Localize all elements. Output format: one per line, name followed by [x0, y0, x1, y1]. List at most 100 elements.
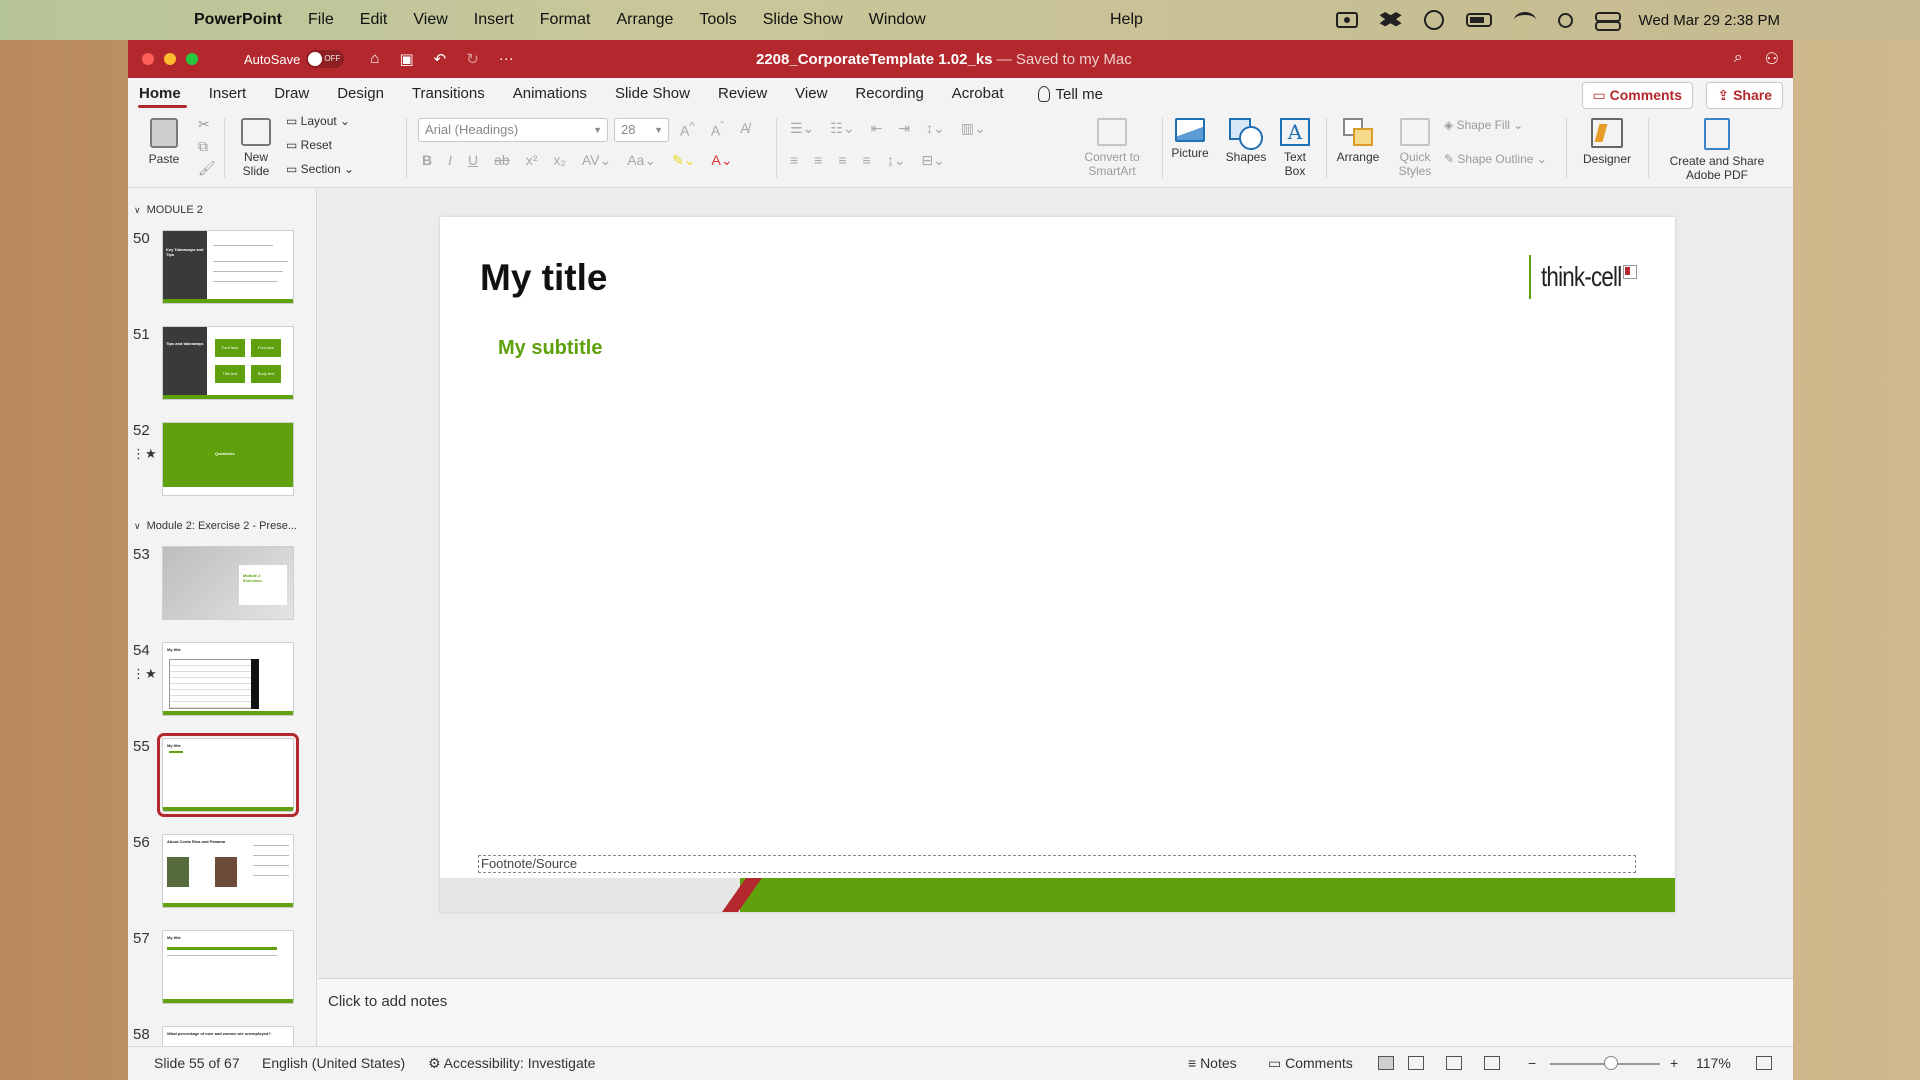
- superscript-icon[interactable]: x²: [526, 152, 538, 169]
- zoom-out-button[interactable]: −: [1528, 1055, 1536, 1071]
- slide-thumbnail-56[interactable]: About Costa Rica and Panama: [162, 834, 294, 908]
- slide-thumbnail-50[interactable]: Key Takeaways and Tips: [162, 230, 294, 304]
- bold-icon[interactable]: B: [422, 152, 432, 169]
- numbering-icon[interactable]: ☷⌄: [830, 120, 854, 137]
- new-slide-button[interactable]: New Slide: [234, 118, 278, 178]
- zoom-in-button[interactable]: +: [1670, 1055, 1678, 1071]
- notes-toggle[interactable]: ≡ Notes: [1188, 1055, 1237, 1071]
- copy-icon[interactable]: ⧉: [198, 138, 208, 155]
- section-header-module-2[interactable]: ∨ MODULE 2: [134, 204, 203, 216]
- tab-design[interactable]: Design: [323, 78, 398, 110]
- share-people-icon[interactable]: ⚇: [1765, 49, 1779, 69]
- notes-pane[interactable]: Click to add notes: [318, 978, 1793, 1046]
- section-header-exercise-2[interactable]: ∨ Module 2: Exercise 2 - Prese...: [134, 520, 297, 532]
- tab-draw[interactable]: Draw: [260, 78, 323, 110]
- autosave-toggle[interactable]: OFF: [306, 50, 345, 68]
- underline-icon[interactable]: U: [468, 152, 478, 169]
- slide-show-view-icon[interactable]: [1484, 1056, 1500, 1070]
- format-painter-icon[interactable]: 🖌: [198, 160, 216, 177]
- battery-icon[interactable]: [1465, 13, 1492, 27]
- slide-sorter-view-icon[interactable]: [1408, 1056, 1424, 1070]
- clear-format-icon[interactable]: A̸: [740, 120, 749, 139]
- font-name-select[interactable]: Arial (Headings) ▼: [418, 118, 608, 142]
- normal-view-icon[interactable]: [1378, 1056, 1394, 1070]
- font-color-icon[interactable]: A⌄: [712, 152, 733, 169]
- align-left-icon[interactable]: ≡: [790, 152, 798, 169]
- line-spacing-icon[interactable]: ↕⌄: [926, 120, 945, 137]
- zoom-level[interactable]: 117%: [1696, 1055, 1731, 1071]
- slide-thumbnail-58[interactable]: What percentage of men and women are une…: [162, 1026, 294, 1046]
- tab-animations[interactable]: Animations: [499, 78, 601, 110]
- share-button[interactable]: ⇪ Share: [1706, 82, 1783, 109]
- picture-button[interactable]: Picture: [1160, 118, 1220, 160]
- reading-view-icon[interactable]: [1446, 1056, 1462, 1070]
- shrink-font-icon[interactable]: Aˇ: [711, 120, 724, 139]
- paste-button[interactable]: Paste: [144, 118, 184, 166]
- text-direction-icon[interactable]: ↨⌄: [887, 152, 906, 169]
- character-spacing-icon[interactable]: AV⌄: [582, 152, 611, 169]
- undo-icon[interactable]: ↶: [434, 50, 447, 68]
- arrange-button[interactable]: Arrange: [1332, 118, 1384, 164]
- menu-tools[interactable]: Tools: [699, 11, 736, 29]
- tab-slide-show[interactable]: Slide Show: [601, 78, 704, 110]
- reset-button[interactable]: ▭ Reset: [286, 138, 332, 152]
- save-icon[interactable]: ▣: [399, 50, 413, 68]
- columns-icon[interactable]: ▥⌄: [961, 120, 986, 137]
- text-box-button[interactable]: A Text Box: [1274, 118, 1316, 178]
- tab-transitions[interactable]: Transitions: [398, 78, 499, 110]
- menu-slide-show[interactable]: Slide Show: [763, 11, 843, 29]
- grow-font-icon[interactable]: A^: [680, 120, 695, 139]
- tab-insert[interactable]: Insert: [195, 78, 261, 110]
- quick-styles-button[interactable]: Quick Styles: [1390, 118, 1440, 178]
- tell-me-search[interactable]: Tell me: [1018, 86, 1103, 103]
- spotlight-search-icon[interactable]: [1557, 12, 1573, 28]
- minimize-window-button[interactable]: [164, 53, 176, 65]
- menu-view[interactable]: View: [413, 11, 447, 29]
- zoom-window-button[interactable]: [186, 53, 198, 65]
- menu-file[interactable]: File: [308, 11, 334, 29]
- accessibility-status[interactable]: ⚙ Accessibility: Investigate: [428, 1055, 595, 1072]
- menu-arrange[interactable]: Arrange: [616, 11, 673, 29]
- align-right-icon[interactable]: ≡: [838, 152, 846, 169]
- tab-home[interactable]: Home: [128, 78, 195, 110]
- menu-insert[interactable]: Insert: [474, 11, 514, 29]
- justify-icon[interactable]: ≡: [863, 152, 871, 169]
- slide-thumbnail-52[interactable]: Questions: [162, 422, 294, 496]
- strikethrough-icon[interactable]: ab: [494, 152, 510, 169]
- change-case-icon[interactable]: Aa⌄: [627, 152, 656, 169]
- fit-to-window-icon[interactable]: [1756, 1056, 1772, 1070]
- home-icon[interactable]: ⌂: [370, 50, 379, 68]
- slide-thumbnail-55-selected[interactable]: My title: [157, 733, 299, 817]
- font-size-select[interactable]: 28 ▼: [614, 118, 669, 142]
- convert-smartart-button[interactable]: Convert to SmartArt: [1070, 118, 1154, 178]
- close-window-button[interactable]: [142, 53, 154, 65]
- notes-placeholder[interactable]: Click to add notes: [328, 993, 447, 1010]
- wifi-icon[interactable]: [1513, 12, 1536, 28]
- align-text-icon[interactable]: ⊟⌄: [921, 152, 944, 169]
- control-center-icon[interactable]: [1594, 12, 1621, 31]
- footnote-placeholder[interactable]: Footnote/Source: [478, 855, 1636, 873]
- tab-acrobat[interactable]: Acrobat: [938, 78, 1018, 110]
- designer-button[interactable]: Designer: [1578, 118, 1636, 166]
- creative-cloud-icon[interactable]: [1423, 10, 1444, 30]
- dropbox-icon[interactable]: [1379, 12, 1402, 27]
- menu-edit[interactable]: Edit: [360, 11, 388, 29]
- tab-recording[interactable]: Recording: [841, 78, 937, 110]
- shape-fill-button[interactable]: ◈ Shape Fill ⌄: [1444, 118, 1523, 132]
- bullets-icon[interactable]: ☰⌄: [790, 120, 814, 137]
- slide-thumbnail-51[interactable]: Tips and takeaways Font face Font size T…: [162, 326, 294, 400]
- highlight-icon[interactable]: ✎⌄: [672, 152, 695, 169]
- tab-review[interactable]: Review: [704, 78, 781, 110]
- comments-button[interactable]: ▭ Comments: [1581, 82, 1693, 109]
- slide-thumbnail-57[interactable]: My title: [162, 930, 294, 1004]
- slide-title[interactable]: My title: [480, 257, 607, 299]
- slide-subtitle[interactable]: My subtitle: [498, 337, 602, 360]
- zoom-slider-thumb[interactable]: [1604, 1056, 1618, 1070]
- create-share-pdf-button[interactable]: Create and Share Adobe PDF: [1658, 118, 1776, 182]
- section-button[interactable]: ▭ Section ⌄: [286, 162, 354, 176]
- menu-help[interactable]: Help: [1110, 11, 1143, 29]
- slide-editor[interactable]: My title My subtitle think-cell Footnote…: [318, 188, 1793, 978]
- increase-indent-icon[interactable]: ⇥: [898, 120, 910, 137]
- shape-outline-button[interactable]: ✎ Shape Outline ⌄: [1444, 152, 1547, 166]
- layout-button[interactable]: ▭ Layout ⌄: [286, 114, 350, 128]
